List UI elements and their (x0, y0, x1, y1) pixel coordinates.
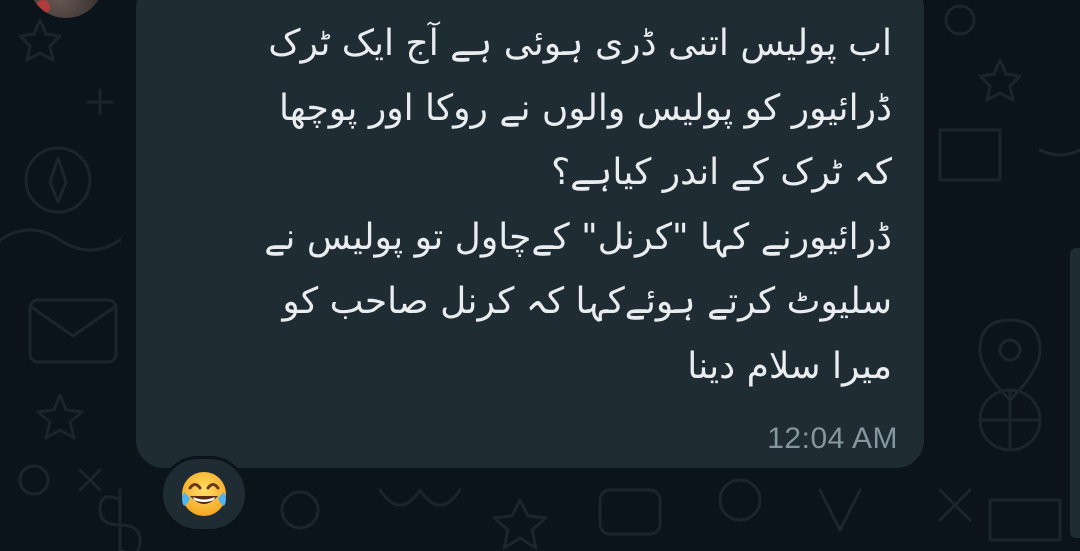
message-line: سلیوٹ کرتے ہوئےکہا کہ کرنل صاحب کو (282, 281, 892, 322)
message-line: میرا سلام دینا (687, 345, 892, 387)
message-timestamp: 12:04 AM (767, 422, 898, 455)
star-doodle-icon (18, 18, 62, 62)
message-bubble[interactable]: اب پولیس اتنی ڈری ہوئی ہے آج ایک ٹرک ڈرا… (136, 0, 924, 468)
plus-doodle-icon (86, 88, 114, 116)
message-line: اب پولیس اتنی ڈری ہوئی ہے آج ایک ٹرک (268, 23, 892, 64)
avatar-detail (36, 0, 50, 14)
message-line: ڈرائیورنے کہا "کرنل" کےچاول تو پولیس نے (264, 216, 892, 258)
message-line: ڈرائیور کو پولیس والوں نے روکا اور پوچھا (278, 87, 892, 129)
dollar-doodle-icon (98, 488, 142, 551)
message-line: کہ ٹرک کے اندر کیاہے؟ (551, 152, 892, 193)
scrollbar[interactable] (1070, 248, 1080, 538)
envelope-doodle-icon (28, 298, 118, 364)
reaction-badge[interactable] (160, 456, 248, 532)
star-doodle-icon (36, 393, 84, 440)
message-text: اب پولیس اتنی ڈری ہوئی ہے آج ایک ٹرک ڈرا… (162, 12, 892, 399)
face-with-tears-of-joy-icon (182, 472, 226, 516)
gear-doodle-icon (18, 464, 50, 496)
star-doodle-icon (978, 58, 1022, 102)
